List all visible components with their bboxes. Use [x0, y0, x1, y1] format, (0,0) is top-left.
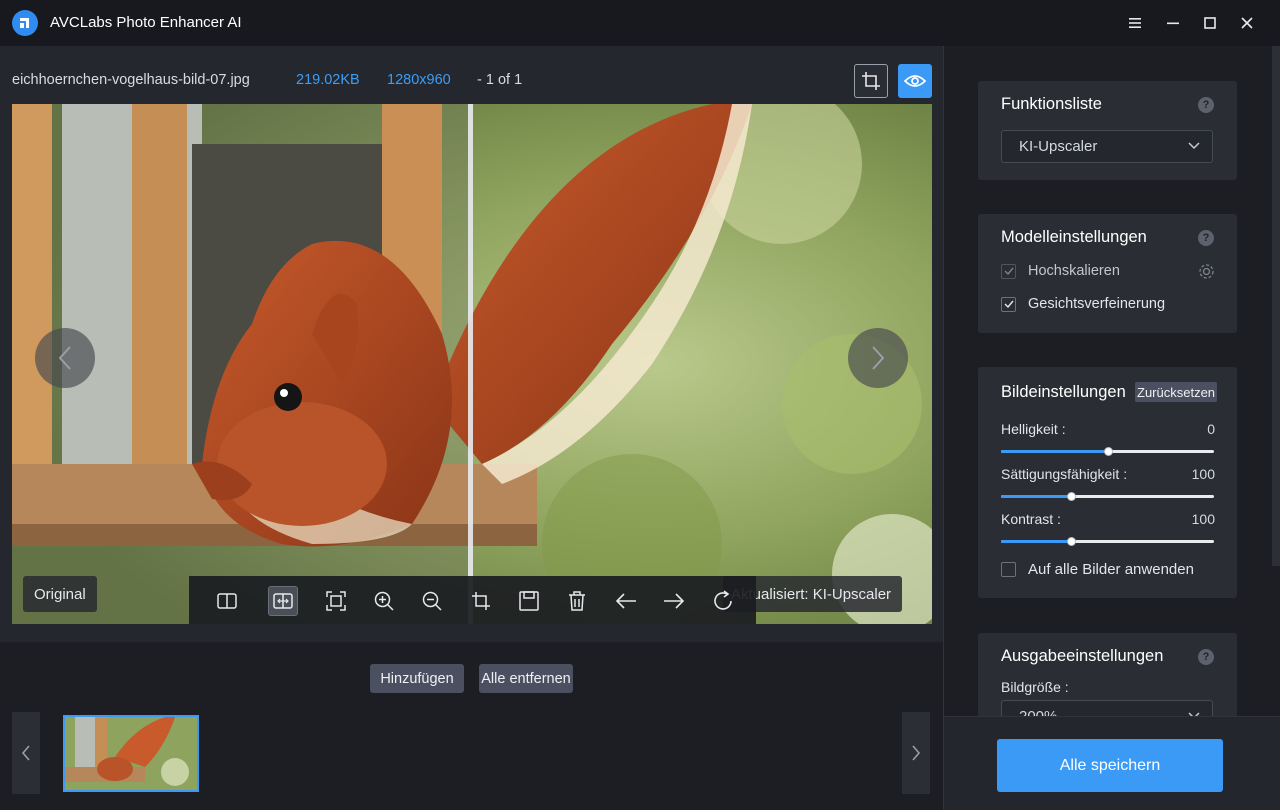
reset-button[interactable]: Zurücksetzen — [1135, 382, 1218, 402]
zoom-in-button[interactable] — [369, 586, 399, 616]
settings-panel: Funktionsliste ? KI-Upscaler Modelleinst… — [943, 46, 1280, 810]
title-bar: AVCLabs Photo Enhancer AI — [0, 0, 1280, 46]
brightness-value: 0 — [1207, 421, 1215, 437]
delete-button[interactable] — [562, 586, 592, 616]
contrast-slider-knob[interactable] — [1067, 537, 1077, 546]
upscale-option[interactable]: Hochskalieren — [1001, 263, 1120, 279]
panel-scrollbar[interactable] — [1272, 46, 1280, 566]
crop-icon — [862, 72, 880, 90]
gear-icon[interactable] — [1198, 263, 1215, 280]
chevron-right-icon — [912, 745, 921, 761]
chevron-left-icon — [58, 346, 71, 370]
face-refinement-option[interactable]: Gesichtsverfeinerung — [1001, 296, 1165, 312]
crop-button[interactable] — [854, 64, 888, 98]
thumbnail-image — [65, 717, 197, 790]
close-icon[interactable] — [1236, 12, 1258, 34]
original-label: Original — [23, 576, 97, 612]
zoom-in-icon — [374, 591, 394, 611]
delete-icon — [569, 591, 585, 611]
file-name: eichhoernchen-vogelhaus-bild-07.jpg — [12, 72, 250, 88]
minimize-icon[interactable] — [1162, 12, 1184, 34]
face-refinement-label: Gesichtsverfeinerung — [1028, 296, 1166, 312]
redo-button[interactable] — [659, 586, 689, 616]
undo-button[interactable] — [611, 586, 641, 616]
thumbnail-item[interactable] — [63, 715, 199, 792]
viewer-toolbar — [189, 576, 756, 624]
save-all-button[interactable]: Alle speichern — [997, 739, 1223, 792]
maximize-icon[interactable] — [1199, 12, 1221, 34]
previous-image-button[interactable] — [35, 328, 95, 388]
eye-icon — [904, 75, 926, 87]
thumbnail-next-button[interactable] — [902, 712, 930, 794]
arrow-right-icon — [664, 593, 685, 609]
menu-icon[interactable] — [1124, 12, 1146, 34]
fit-screen-button[interactable] — [321, 586, 351, 616]
help-icon[interactable]: ? — [1198, 97, 1214, 113]
crop-tool-button[interactable] — [466, 586, 496, 616]
thumbnail-area: Hinzufügen Alle entfernen — [0, 642, 943, 810]
zoom-out-icon — [422, 591, 442, 611]
photo-squirrel — [12, 104, 932, 624]
split-view-icon — [217, 593, 237, 609]
saturation-slider[interactable] — [1001, 492, 1214, 501]
save-icon — [519, 591, 539, 611]
contrast-value: 100 — [1191, 511, 1215, 527]
split-view-button[interactable] — [212, 586, 242, 616]
saturation-slider-knob[interactable] — [1067, 492, 1077, 501]
image-viewer[interactable]: Original Aktualisiert: KI-Upscaler — [12, 104, 932, 624]
saturation-value: 100 — [1191, 466, 1215, 482]
app-title: AVCLabs Photo Enhancer AI — [50, 14, 242, 31]
rotate-icon — [714, 590, 732, 610]
help-icon[interactable]: ? — [1198, 230, 1214, 246]
face-refinement-checkbox[interactable] — [1001, 296, 1016, 312]
brightness-slider[interactable] — [1001, 447, 1214, 456]
apply-all-checkbox[interactable] — [1001, 562, 1016, 577]
rotate-button[interactable] — [708, 586, 738, 616]
thumbnail-prev-button[interactable] — [12, 712, 40, 794]
compare-view-icon — [273, 593, 293, 609]
image-settings-card: Bildeinstellungen ? Zurücksetzen Helligk… — [978, 367, 1237, 598]
next-image-button[interactable] — [848, 328, 908, 388]
contrast-label: Kontrast : — [1001, 511, 1061, 527]
file-size: 219.02KB — [296, 72, 360, 88]
function-select[interactable]: KI-Upscaler — [1001, 130, 1213, 163]
remove-all-button[interactable]: Alle entfernen — [479, 664, 573, 693]
function-select-value: KI-Upscaler — [1019, 138, 1098, 155]
chevron-down-icon — [1188, 142, 1200, 150]
image-size-label: Bildgröße : — [1001, 679, 1069, 695]
arrow-left-icon — [615, 593, 636, 609]
brightness-slider-knob[interactable] — [1103, 447, 1113, 456]
checkmark-icon — [1004, 300, 1014, 308]
chevron-left-icon — [21, 745, 30, 761]
file-count: - 1 of 1 — [477, 72, 523, 88]
upscale-label: Hochskalieren — [1028, 263, 1120, 279]
add-button[interactable]: Hinzufügen — [370, 664, 464, 693]
function-list-title: Funktionsliste — [1001, 95, 1102, 113]
output-settings-title: Ausgabeeinstellungen — [1001, 647, 1164, 665]
chevron-right-icon — [872, 346, 885, 370]
contrast-slider[interactable] — [1001, 537, 1214, 546]
apply-all-option[interactable]: Auf alle Bilder anwenden — [1001, 561, 1194, 578]
crop-icon — [472, 592, 490, 610]
model-settings-title: Modelleinstellungen — [1001, 228, 1147, 246]
save-footer: Alle speichern — [944, 716, 1280, 810]
saturation-label: Sättigungsfähigkeit : — [1001, 466, 1128, 482]
preview-toggle-button[interactable] — [898, 64, 932, 98]
checkmark-icon — [1004, 267, 1014, 275]
apply-all-label: Auf alle Bilder anwenden — [1028, 561, 1194, 578]
app-logo-icon — [12, 10, 38, 36]
function-list-card: Funktionsliste ? KI-Upscaler — [978, 81, 1237, 180]
save-image-button[interactable] — [514, 586, 544, 616]
file-dimensions: 1280x960 — [387, 72, 451, 88]
fit-screen-icon — [326, 591, 346, 611]
zoom-out-button[interactable] — [417, 586, 447, 616]
help-icon[interactable]: ? — [1198, 649, 1214, 665]
compare-view-button[interactable] — [268, 586, 298, 616]
brightness-label: Helligkeit : — [1001, 421, 1066, 437]
image-settings-title: Bildeinstellungen — [1001, 383, 1126, 401]
model-settings-card: Modelleinstellungen ? Hochskalieren Gesi… — [978, 214, 1237, 333]
upscale-checkbox[interactable] — [1001, 263, 1016, 279]
